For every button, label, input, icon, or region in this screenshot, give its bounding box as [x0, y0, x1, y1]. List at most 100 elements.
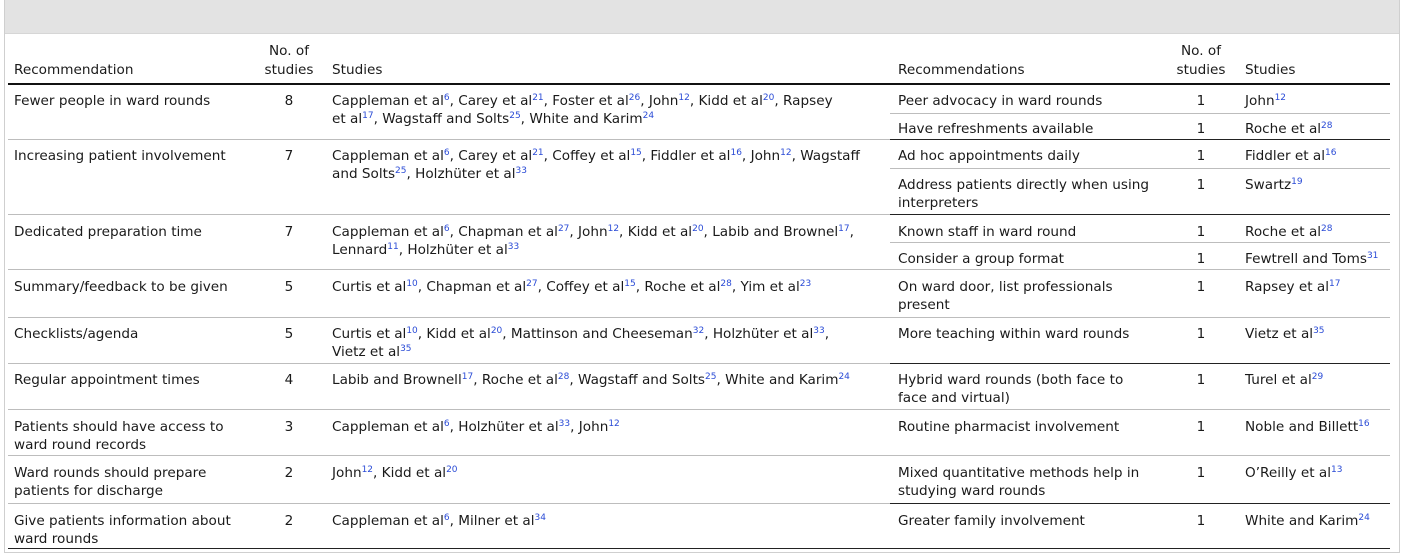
citation-ref[interactable]: 27 [558, 224, 569, 234]
citation-ref[interactable]: 27 [526, 279, 537, 289]
citation-ref[interactable]: 25 [705, 372, 716, 382]
citation-ref[interactable]: 6 [444, 513, 450, 523]
right-study-count: 1 [1196, 251, 1206, 267]
left-recommendation: Summary/feedback to be given [14, 279, 228, 295]
citation-ref[interactable]: 24 [643, 111, 654, 121]
citation-ref[interactable]: 17 [462, 372, 473, 382]
citation-ref[interactable]: 23 [800, 279, 811, 289]
right-recommendation: On ward door, list professionals [898, 279, 1113, 295]
left-recommendation: ward round records [14, 437, 147, 453]
right-study-count: 1 [1196, 224, 1206, 240]
citation-ref[interactable]: 6 [444, 224, 450, 234]
citation-ref[interactable]: 28 [558, 372, 569, 382]
left-studies: Cappleman et al6, Milner et al34 [332, 513, 546, 529]
citation-ref[interactable]: 12 [362, 465, 373, 475]
left-study-count: 4 [284, 372, 294, 388]
left-studies: Cappleman et al6, Holzhüter et al33, Joh… [332, 419, 620, 435]
header-count-line1: No. of [269, 43, 309, 59]
citation-ref[interactable]: 29 [1312, 372, 1323, 382]
right-recommendation: present [898, 297, 950, 313]
left-studies: John12, Kidd et al20 [332, 465, 458, 481]
citation-ref[interactable]: 28 [720, 279, 731, 289]
citation-ref[interactable]: 19 [1291, 177, 1302, 187]
right-row-divider [890, 409, 1390, 410]
right-row-divider [890, 317, 1390, 318]
citation-ref[interactable]: 17 [362, 111, 373, 121]
citation-ref[interactable]: 25 [395, 166, 406, 176]
citation-ref[interactable]: 33 [559, 419, 570, 429]
right-recommendation: Greater family involvement [898, 513, 1085, 529]
citation-ref[interactable]: 17 [1329, 279, 1340, 289]
citation-ref[interactable]: 26 [629, 93, 640, 103]
citation-ref[interactable]: 10 [406, 326, 417, 336]
left-row-divider [8, 363, 890, 364]
citation-ref[interactable]: 28 [1321, 224, 1332, 234]
citation-ref[interactable]: 35 [1313, 326, 1324, 336]
right-studies: Roche et al28 [1245, 224, 1333, 240]
header-count-line2: studies [264, 62, 314, 78]
left-recommendation: Checklists/agenda [14, 326, 139, 342]
bottom-rule [8, 548, 1390, 549]
right-studies: Swartz19 [1245, 177, 1303, 193]
left-studies: and Solts25, Holzhüter et al33 [332, 166, 527, 182]
citation-ref[interactable]: 16 [1358, 419, 1369, 429]
citation-ref[interactable]: 12 [1275, 93, 1286, 103]
citation-ref[interactable]: 15 [630, 148, 641, 158]
right-study-count: 1 [1196, 513, 1206, 529]
citation-ref[interactable]: 24 [1358, 513, 1369, 523]
citation-ref[interactable]: 6 [444, 148, 450, 158]
citation-ref[interactable]: 16 [730, 148, 741, 158]
header-studies-right: Studies [1245, 62, 1296, 78]
right-row-divider [890, 269, 1390, 270]
citation-ref[interactable]: 16 [1325, 148, 1336, 158]
left-row-divider [8, 139, 890, 140]
citation-ref[interactable]: 35 [400, 344, 411, 354]
left-recommendation: Dedicated preparation time [14, 224, 202, 240]
right-recommendation: Known staff in ward round [898, 224, 1077, 240]
left-study-count: 7 [284, 148, 294, 164]
citation-ref[interactable]: 32 [693, 326, 704, 336]
citation-ref[interactable]: 12 [780, 148, 791, 158]
citation-ref[interactable]: 12 [608, 419, 619, 429]
citation-ref[interactable]: 21 [532, 93, 543, 103]
citation-ref[interactable]: 12 [678, 93, 689, 103]
citation-ref[interactable]: 20 [763, 93, 774, 103]
right-studies: Fewtrell and Toms31 [1245, 251, 1379, 267]
right-study-count: 1 [1196, 419, 1206, 435]
citation-ref[interactable]: 33 [813, 326, 824, 336]
header-count-right-line2: studies [1176, 62, 1226, 78]
citation-ref[interactable]: 20 [692, 224, 703, 234]
citation-ref[interactable]: 24 [838, 372, 849, 382]
citation-ref[interactable]: 11 [387, 242, 398, 252]
citation-ref[interactable]: 28 [1321, 121, 1332, 131]
right-recommendation: Consider a group format [898, 251, 1064, 267]
citation-ref[interactable]: 15 [624, 279, 635, 289]
citation-ref[interactable]: 21 [532, 148, 543, 158]
citation-ref[interactable]: 25 [509, 111, 520, 121]
left-studies: Lennard11, Holzhüter et al33 [332, 242, 520, 258]
citation-ref[interactable]: 17 [838, 224, 849, 234]
citation-ref[interactable]: 33 [516, 166, 527, 176]
left-studies: Labib and Brownell17, Roche et al28, Wag… [332, 372, 850, 388]
citation-ref[interactable]: 20 [491, 326, 502, 336]
left-studies: Cappleman et al6, Carey et al21, Foster … [332, 93, 833, 109]
citation-ref[interactable]: 12 [608, 224, 619, 234]
header-studies: Studies [332, 62, 383, 78]
citation-ref[interactable]: 6 [444, 419, 450, 429]
left-studies: Vietz et al35 [332, 344, 412, 360]
left-study-count: 3 [284, 419, 294, 435]
right-study-count: 1 [1196, 93, 1206, 109]
right-study-count: 1 [1196, 465, 1206, 481]
left-studies: et al17, Wagstaff and Solts25, White and… [332, 111, 655, 127]
right-studies: Roche et al28 [1245, 121, 1333, 137]
citation-ref[interactable]: 10 [406, 279, 417, 289]
citation-ref[interactable]: 6 [444, 93, 450, 103]
left-row-divider [8, 269, 890, 270]
right-recommendation: Peer advocacy in ward rounds [898, 93, 1103, 109]
right-row-divider [890, 168, 1390, 169]
citation-ref[interactable]: 20 [446, 465, 457, 475]
citation-ref[interactable]: 33 [508, 242, 519, 252]
citation-ref[interactable]: 13 [1331, 465, 1342, 475]
citation-ref[interactable]: 31 [1367, 251, 1378, 261]
citation-ref[interactable]: 34 [535, 513, 546, 523]
